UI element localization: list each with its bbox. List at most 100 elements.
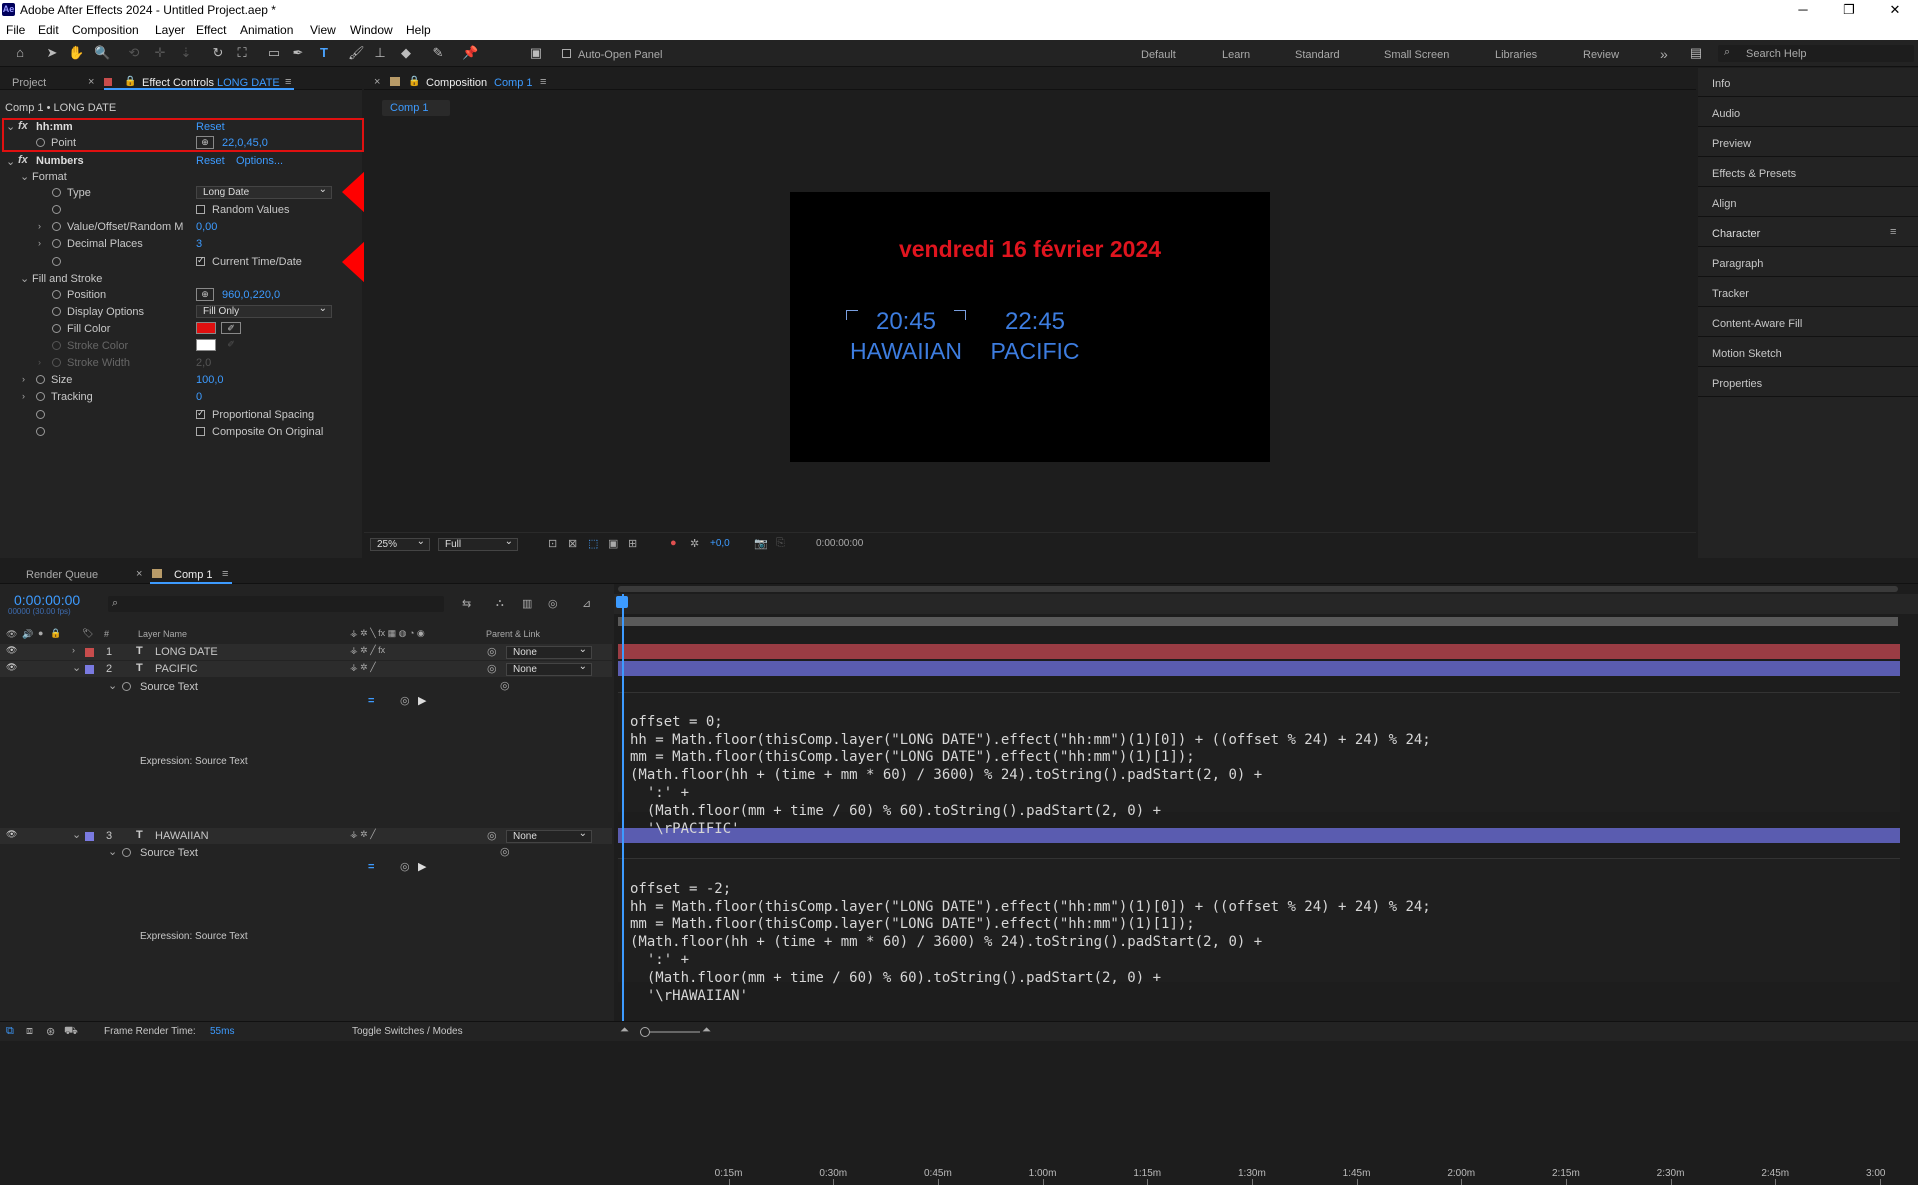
lock-icon[interactable]: 🔒 [50, 628, 61, 639]
lock-icon[interactable]: 🔒 [124, 76, 136, 87]
tab-render-queue[interactable]: Render Queue [26, 569, 98, 581]
fast-previews-icon[interactable]: ⊡ [548, 537, 557, 550]
transfer-controls-toggle-icon[interactable]: ⧈ [26, 1025, 33, 1038]
close-button[interactable]: ✕ [1872, 0, 1918, 20]
stopwatch-icon[interactable] [52, 222, 61, 231]
show-snapshot-icon[interactable]: ⎘ [776, 537, 785, 550]
eyedropper-icon[interactable]: ✐ [221, 339, 241, 351]
expression-graph-icon[interactable]: ◎ [400, 694, 410, 707]
pickwhip-icon[interactable]: ◎ [500, 679, 510, 692]
tab-project[interactable]: Project [12, 77, 46, 89]
zoom-in-icon[interactable]: ⏶ [702, 1024, 711, 1037]
pickwhip-icon[interactable]: ◎ [487, 645, 497, 658]
position-value[interactable]: 960,0,220,0 [222, 289, 280, 301]
type-tool-icon[interactable]: T [316, 45, 332, 61]
layer-row[interactable]: 👁 ⌄ 3 T HAWAIIAN ⚶ ✲ ╱ ◎ None [0, 828, 612, 844]
playhead-handle[interactable] [616, 596, 628, 608]
brush-tool-icon[interactable]: 🖌 [348, 45, 365, 61]
stopwatch-icon[interactable] [52, 341, 61, 350]
resolution-dropdown[interactable]: Full [438, 536, 518, 551]
menu-effect[interactable]: Effect [196, 23, 226, 37]
layer-name[interactable]: HAWAIIAN [155, 830, 209, 842]
hand-tool-icon[interactable]: ✋ [68, 45, 84, 61]
draft-3d-icon[interactable]: ⛬ [496, 597, 504, 610]
expand-format-icon[interactable]: ⌄ [20, 170, 29, 183]
zoom-tool-icon[interactable]: 🔍 [94, 45, 110, 61]
expand-size-icon[interactable]: › [22, 374, 25, 384]
stopwatch-icon[interactable] [52, 205, 61, 214]
puppet-pin-tool-icon[interactable]: 📌 [462, 45, 478, 61]
home-icon[interactable]: ⌂ [12, 45, 28, 61]
auto-open-panel-checkbox[interactable] [562, 49, 571, 58]
stopwatch-icon[interactable] [36, 427, 45, 436]
panel-content-aware-fill[interactable]: Content-Aware Fill [1712, 318, 1802, 330]
tracking-value[interactable]: 0 [196, 391, 202, 403]
layer-switches-toggle-icon[interactable]: ⧉ [6, 1025, 14, 1038]
effect-hhmm-name[interactable]: hh:mm [36, 121, 73, 133]
workspace-learn[interactable]: Learn [1222, 49, 1250, 61]
pen-tool-icon[interactable]: ✒ [290, 45, 306, 61]
random-values-checkbox[interactable] [196, 205, 205, 214]
crosshair-icon[interactable]: ⊕ [196, 288, 214, 301]
audio-icon[interactable]: 🔊 [22, 629, 33, 640]
panel-layout-icon[interactable]: ▣ [528, 45, 544, 61]
panel-preview[interactable]: Preview [1712, 138, 1751, 150]
composition-canvas[interactable]: vendredi 16 février 2024 20:45 HAWAIIAN … [790, 192, 1270, 462]
hhmm-reset-link[interactable]: Reset [196, 121, 225, 133]
collapse-layer-icon[interactable]: ⌄ [72, 828, 81, 841]
menu-layer[interactable]: Layer [155, 23, 185, 37]
tab-composition[interactable]: Composition [426, 77, 487, 89]
eyedropper-icon[interactable]: ✐ [221, 322, 241, 334]
visibility-icon[interactable]: 👁 [6, 829, 17, 840]
region-icon[interactable]: ▣ [608, 537, 618, 550]
pickwhip-icon[interactable]: ◎ [487, 662, 497, 675]
zoom-out-icon[interactable]: ⏶ [620, 1024, 629, 1037]
proportional-spacing-checkbox[interactable] [196, 408, 205, 419]
pan-tool-icon[interactable]: ✛ [152, 45, 168, 61]
layer-search-input[interactable]: ⌕ [108, 596, 444, 612]
value-offset-value[interactable]: 0,00 [196, 221, 217, 233]
snapshot-icon[interactable]: 📷 [754, 537, 768, 550]
stopwatch-icon[interactable] [122, 848, 131, 857]
expression-enable-icon[interactable]: = [368, 861, 374, 873]
clone-stamp-tool-icon[interactable]: ⊥ [372, 45, 388, 61]
workspace-more-button[interactable]: » [1660, 46, 1668, 62]
panel-menu-icon[interactable]: ≡ [540, 76, 546, 88]
panel-info[interactable]: Info [1712, 78, 1730, 90]
panel-motion-sketch[interactable]: Motion Sketch [1712, 348, 1782, 360]
comp-flowchart-icon[interactable]: ⇆ [462, 597, 471, 610]
hawaiian-text-box[interactable]: 20:45 HAWAIIAN [846, 308, 966, 370]
channel-icon[interactable]: ● [670, 537, 677, 549]
layer-switches-icon[interactable]: ⚶ ✲ ╱ [350, 829, 376, 840]
roto-brush-tool-icon[interactable]: ✎ [430, 45, 446, 61]
orbit-tool-icon[interactable]: ⟲ [126, 45, 142, 61]
menu-window[interactable]: Window [350, 23, 393, 37]
lock-icon[interactable]: 🔒 [408, 76, 420, 87]
layer-switches-icon[interactable]: ⚶ ✲ ╱ fx [350, 645, 385, 656]
pan-behind-tool-icon[interactable]: ⛶ [234, 45, 250, 61]
reset-exposure-icon[interactable]: ✲ [690, 537, 699, 550]
close-tab-icon[interactable]: × [136, 568, 142, 580]
parent-dropdown[interactable]: None [506, 661, 592, 676]
panel-menu-icon[interactable]: ≡ [285, 76, 291, 88]
workspace-panel-icon[interactable]: ▤ [1688, 45, 1704, 61]
stopwatch-icon[interactable] [52, 324, 61, 333]
selection-tool-icon[interactable]: ➤ [44, 45, 60, 61]
current-timecode[interactable]: 0:00:00:00 [816, 538, 863, 549]
close-tab-icon[interactable]: × [374, 76, 380, 88]
eraser-tool-icon[interactable]: ◆ [398, 45, 414, 61]
menu-file[interactable]: File [6, 23, 25, 37]
expression-language-icon[interactable]: ▶ [418, 860, 426, 873]
layer-switches-icon[interactable]: ⚶ ✲ ╱ [350, 662, 376, 673]
layer-label-swatch[interactable] [85, 648, 94, 657]
comp-subtab[interactable]: Comp 1 [382, 100, 450, 116]
eye-icon[interactable]: 👁 [6, 629, 17, 640]
workspace-standard[interactable]: Standard [1295, 49, 1340, 61]
numbers-options-link[interactable]: Options... [236, 155, 283, 167]
stroke-color-swatch[interactable] [196, 339, 216, 351]
expression-code-pacific[interactable]: offset = 0; hh = Math.floor(thisComp.laye… [630, 696, 1431, 838]
point-value[interactable]: 22,0,45,0 [222, 137, 268, 149]
panel-menu-icon[interactable]: ≡ [1890, 226, 1896, 238]
tab-comp-name[interactable]: Comp 1 [494, 77, 533, 89]
menu-edit[interactable]: Edit [38, 23, 59, 37]
